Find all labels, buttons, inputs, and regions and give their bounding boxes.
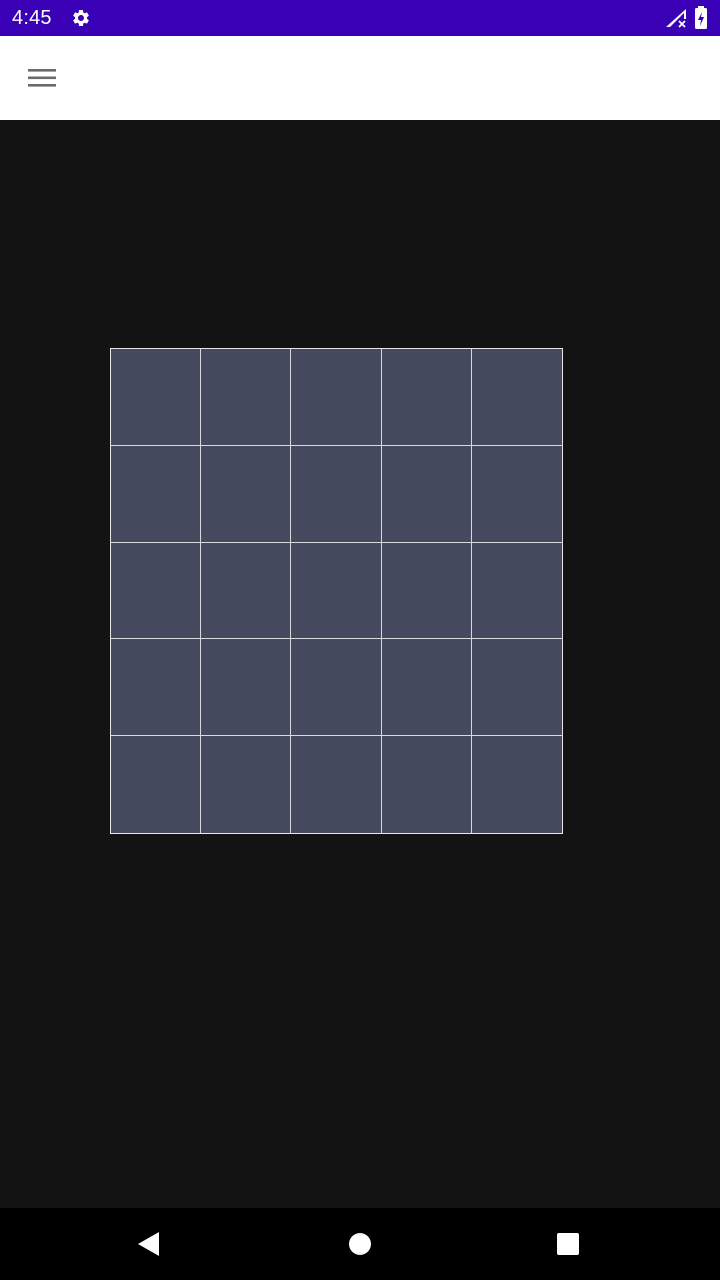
board-cell-r4-c4[interactable] <box>381 639 472 737</box>
board-cell-r5-c1[interactable] <box>111 736 202 833</box>
board-cell-r3-c3[interactable] <box>291 542 382 640</box>
gear-icon <box>71 8 91 28</box>
board-cell-r2-c5[interactable] <box>471 445 562 543</box>
board-cell-r3-c2[interactable] <box>201 542 292 640</box>
board-cell-r5-c4[interactable] <box>381 736 472 833</box>
board-cell-r4-c2[interactable] <box>201 639 292 737</box>
content-area <box>0 120 720 1208</box>
game-board <box>110 348 563 834</box>
board-cell-r5-c3[interactable] <box>291 736 382 833</box>
battery-charging-icon <box>694 6 708 30</box>
board-cell-r5-c5[interactable] <box>471 736 562 833</box>
recents-button[interactable] <box>544 1220 592 1268</box>
board-cell-r2-c3[interactable] <box>291 445 382 543</box>
home-button[interactable] <box>336 1220 384 1268</box>
board-cell-r2-c2[interactable] <box>201 445 292 543</box>
board-cell-r1-c3[interactable] <box>291 349 382 446</box>
status-bar: 4:45 <box>0 0 720 36</box>
board-cell-r4-c3[interactable] <box>291 639 382 737</box>
home-icon <box>349 1233 371 1255</box>
navigation-bar <box>0 1208 720 1280</box>
board-cell-r2-c1[interactable] <box>111 445 202 543</box>
screen: 4:45 <box>0 0 720 1280</box>
app-bar <box>0 36 720 120</box>
board-cell-r3-c5[interactable] <box>471 542 562 640</box>
board-cell-r2-c4[interactable] <box>381 445 472 543</box>
signal-off-icon <box>665 8 687 28</box>
back-button[interactable] <box>124 1220 172 1268</box>
board-cell-r1-c1[interactable] <box>111 349 202 446</box>
board-cell-r3-c1[interactable] <box>111 542 202 640</box>
recents-icon <box>557 1233 579 1255</box>
board-cell-r3-c4[interactable] <box>381 542 472 640</box>
board-cell-r4-c5[interactable] <box>471 639 562 737</box>
back-icon <box>138 1232 159 1256</box>
board-cell-r1-c2[interactable] <box>201 349 292 446</box>
menu-button[interactable] <box>16 54 68 102</box>
board-cell-r1-c5[interactable] <box>471 349 562 446</box>
board-cell-r5-c2[interactable] <box>201 736 292 833</box>
board-cell-r1-c4[interactable] <box>381 349 472 446</box>
board-cell-r4-c1[interactable] <box>111 639 202 737</box>
status-time: 4:45 <box>12 7 52 29</box>
hamburger-menu-icon <box>28 69 56 87</box>
